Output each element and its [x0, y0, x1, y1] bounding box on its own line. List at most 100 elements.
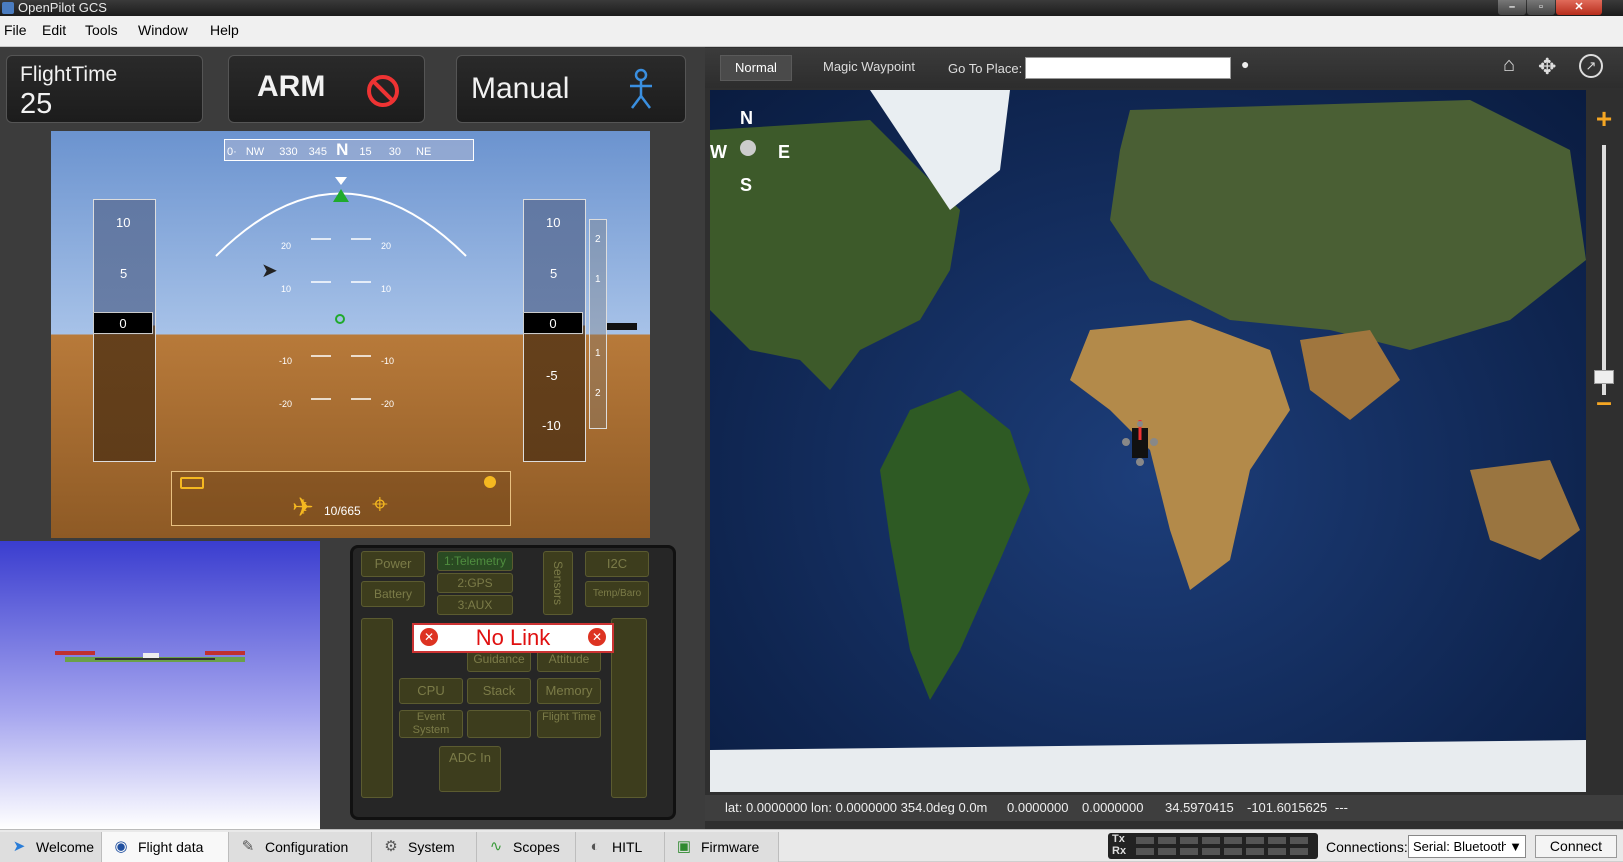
uav-marker-icon[interactable]	[1120, 420, 1160, 466]
home-icon[interactable]: ⌂	[1503, 54, 1515, 77]
heading-label: NE	[416, 146, 432, 158]
menu-window[interactable]: Window	[138, 22, 188, 38]
arm-tile[interactable]: ARM	[228, 55, 425, 123]
no-link-banner: ✕ No Link ✕	[412, 623, 614, 653]
satellite-dish-icon: ⌖	[372, 488, 388, 519]
battery-icon	[180, 477, 204, 489]
system-tempbaro-box: Temp/Baro	[585, 581, 649, 607]
status-latlon: lat: 0.0000000 lon: 0.0000000 354.0deg 0…	[725, 800, 988, 815]
status-coords-2: 0.0000000	[1082, 800, 1144, 815]
system-battery-box: Battery	[361, 581, 425, 607]
scope-icon: ∿	[489, 838, 503, 855]
zoom-slider-track[interactable]	[1602, 145, 1606, 395]
vario-needle	[607, 323, 637, 330]
system-aux-box: 3:AUX	[437, 595, 513, 615]
satellite-map[interactable]: N S E W	[710, 90, 1586, 792]
goto-place-input[interactable]	[1025, 57, 1231, 79]
zoom-slider-handle[interactable]	[1594, 370, 1614, 384]
no-link-text: No Link	[475, 625, 551, 650]
gamepad-icon: ◐	[590, 838, 600, 855]
rx-activity-bar	[1136, 848, 1311, 855]
altitude-tick: -10	[542, 418, 561, 433]
menu-edit[interactable]: Edit	[42, 22, 66, 38]
error-icon: ✕	[588, 628, 606, 646]
minimize-button[interactable]: –	[1498, 0, 1526, 15]
compass-rose-center	[740, 140, 756, 156]
speed-tick: 10	[116, 215, 131, 230]
flighttime-label: FlightTime	[20, 63, 118, 86]
airplane-icon: ✈	[292, 492, 314, 522]
vario-tick: 1	[595, 274, 601, 285]
tab-firmware[interactable]: ▣ Firmware	[665, 832, 779, 862]
tab-scopes[interactable]: ∿ Scopes	[477, 832, 576, 862]
speed-value: 0	[93, 312, 153, 334]
menu-help[interactable]: Help	[210, 22, 239, 38]
tab-flight-data[interactable]: ◉ Flight data	[102, 832, 229, 862]
system-memory-box: Memory	[537, 678, 601, 704]
tab-system[interactable]: ⚙ System	[372, 832, 477, 862]
chip-icon: ▣	[676, 838, 692, 855]
system-health-diagram[interactable]: Power Battery 1:Telemetry 2:GPS 3:AUX Se…	[350, 545, 676, 820]
system-sensors-box: Sensors	[543, 551, 573, 615]
tab-label: Scopes	[513, 839, 560, 855]
heading-tape: 0· NW 330 345 N 15 30 NE	[224, 139, 474, 161]
altitude-value: 0	[523, 312, 583, 334]
system-servo-box	[361, 618, 393, 798]
compass-rose-e: E	[778, 142, 791, 162]
globe-icon: ◉	[114, 838, 128, 855]
tab-configuration[interactable]: ✎ Configuration	[229, 832, 372, 862]
welcome-icon: ➤	[12, 838, 26, 855]
connection-select[interactable]: Serial: Bluetooth ▼	[1408, 835, 1526, 858]
tab-label: Welcome	[36, 839, 95, 855]
system-i2c-box: I2C	[585, 551, 649, 577]
heading-label: N	[336, 140, 349, 159]
compass-icon[interactable]: ↗	[1579, 54, 1603, 78]
gps-status-icon	[484, 476, 496, 488]
altitude-tick: 10	[546, 215, 561, 230]
tab-welcome[interactable]: ➤ Welcome	[0, 832, 102, 862]
flightmode-tile[interactable]: Manual	[456, 55, 686, 123]
manual-pilot-icon	[630, 68, 652, 109]
system-misc-box	[467, 710, 531, 738]
connect-button[interactable]: Connect	[1535, 835, 1617, 858]
map-toolbar: Normal Magic Waypoint Go To Place: ● ⌂ ✥…	[705, 48, 1623, 88]
mouse-cursor-icon: ➤	[261, 260, 278, 282]
center-crosshair-icon[interactable]: ✥	[1538, 54, 1556, 80]
window-title: OpenPilot GCS	[18, 0, 107, 15]
tab-label: Flight data	[138, 839, 204, 855]
compass-rose-s: S	[740, 175, 753, 195]
chevron-down-icon: ▼	[1506, 836, 1522, 857]
flighttime-value: 25	[20, 88, 53, 120]
goto-place-label: Go To Place:	[948, 61, 1023, 76]
primary-flight-display: 0· NW 330 345 N 15 30 NE 20 20 10 10 -10…	[51, 131, 650, 538]
model-view-3d[interactable]	[0, 541, 320, 829]
zoom-out-button[interactable]: –	[1592, 388, 1616, 416]
window-titlebar: OpenPilot GCS – ▫ ✕	[0, 0, 1623, 16]
navigation-info-panel: ✈ 10/665 ⌖	[171, 471, 511, 526]
status-dashes: ---	[1335, 800, 1348, 815]
waypoint-counter: 10/665	[324, 504, 361, 518]
tab-hitl[interactable]: ◐ HITL	[576, 832, 665, 862]
menu-file[interactable]: File	[4, 22, 27, 38]
rx-label: Rx	[1112, 845, 1127, 857]
pitch-label: 10	[281, 284, 292, 294]
compass-rose-w: W	[710, 142, 727, 162]
vertical-speed-tape: 2 1 1 2	[589, 219, 607, 429]
wrench-icon: ✎	[241, 838, 255, 855]
menu-tools[interactable]: Tools	[85, 22, 118, 38]
quadcopter-model	[55, 651, 245, 662]
search-icon[interactable]: ●	[1241, 56, 1249, 72]
close-button[interactable]: ✕	[1556, 0, 1602, 15]
pitch-ladder	[311, 238, 371, 400]
tab-magic-waypoint[interactable]: Magic Waypoint	[810, 55, 928, 81]
system-stack-box: Stack	[467, 678, 531, 704]
zoom-in-button[interactable]: +	[1592, 105, 1616, 133]
speed-tick: 5	[120, 266, 128, 281]
menu-bar: File Edit Tools Window Help	[0, 16, 1623, 47]
maximize-button[interactable]: ▫	[1527, 0, 1555, 15]
heading-label: NW	[245, 146, 265, 158]
heading-label: 345	[308, 146, 328, 158]
system-telemetry-box: 1:Telemetry	[437, 551, 513, 571]
tab-normal[interactable]: Normal	[720, 55, 792, 81]
tab-label: Firmware	[701, 839, 760, 855]
